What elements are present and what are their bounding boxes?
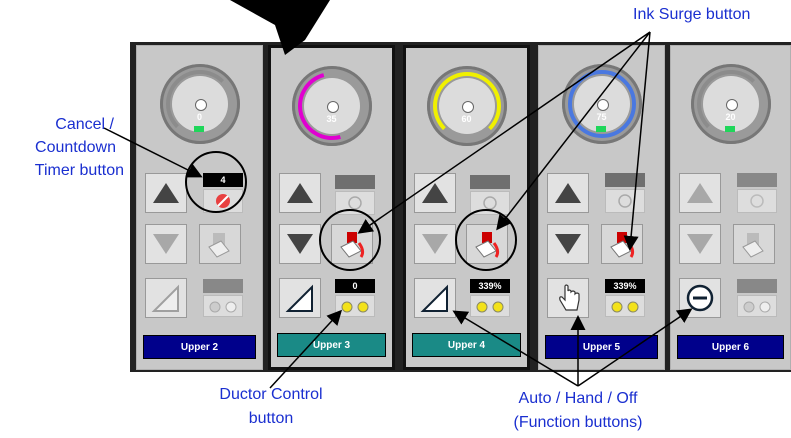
ductor-label-1: Ductor Control: [219, 386, 323, 403]
ductor-label-2: button: [248, 410, 294, 427]
annotation-overlay: [103, 0, 693, 389]
pointer-arrow: [230, 0, 330, 55]
surge-callout-circle-1: [319, 209, 381, 271]
surge-callout-circle-2: [455, 209, 517, 271]
cancel-callout-circle: [185, 151, 247, 213]
auto-label-2: (Function buttons): [513, 414, 643, 431]
cancel-label-2: Countdown: [35, 139, 116, 156]
cancel-label-1: Cancel /: [55, 116, 114, 133]
cancel-label-3: Timer button: [34, 162, 124, 179]
auto-label-1: Auto / Hand / Off: [518, 390, 638, 407]
ink-surge-label: Ink Surge button: [633, 6, 751, 23]
